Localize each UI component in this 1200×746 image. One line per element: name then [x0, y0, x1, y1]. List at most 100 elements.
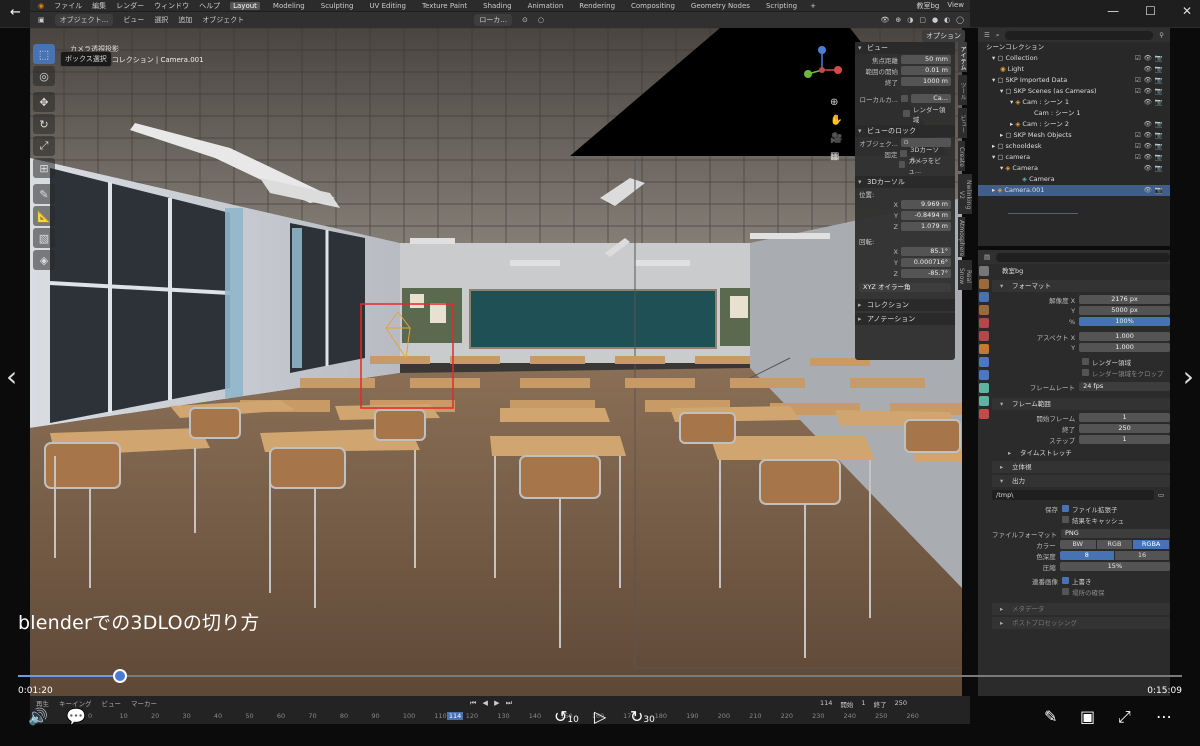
menu-view[interactable]: ビュー [123, 15, 144, 25]
menu-object[interactable]: オブジェクト [202, 15, 244, 25]
tab-modeling[interactable]: Modeling [270, 2, 308, 10]
seek-bar[interactable] [18, 675, 1182, 677]
tab-geometry-nodes[interactable]: Geometry Nodes [688, 2, 753, 10]
zoom-icon[interactable]: ⊕ [830, 94, 842, 112]
color-rgba-button[interactable]: RGBA [1133, 540, 1170, 549]
outliner-search-input[interactable] [1005, 30, 1154, 40]
scene-name[interactable]: 教室bg [916, 1, 939, 11]
editor-type-icon[interactable]: ▣ [38, 16, 45, 24]
n-tab-atmosphere[interactable]: Atmosphere [958, 217, 965, 257]
rotate-tool-icon[interactable]: ↻ [33, 114, 55, 134]
outliner-item[interactable]: ▾ ▢ camera ☑👁📷 [978, 152, 1170, 163]
menu-help[interactable]: ヘルプ [199, 1, 220, 11]
tab-compositing[interactable]: Compositing [628, 2, 678, 10]
cursor-tool-icon[interactable]: ◎ [33, 66, 55, 86]
cache-result-checkbox[interactable] [1062, 516, 1069, 523]
close-icon[interactable]: ✕ [1182, 4, 1192, 18]
rotation-mode-dropdown[interactable]: XYZ オイラー角 [859, 283, 951, 292]
menu-edit[interactable]: 編集 [92, 1, 106, 11]
outliner-item[interactable]: ▾ ▢ Collection ☑👁📷 [978, 53, 1170, 64]
grid-view-icon[interactable]: ▦ [830, 148, 842, 166]
cursor-z-field[interactable]: 1.079 m [901, 222, 951, 231]
annotation-section-header[interactable]: アノテーション [855, 313, 955, 325]
overwrite-checkbox[interactable] [1062, 577, 1069, 584]
outliner-item[interactable]: ▸ ▢ SKP Mesh Objects ☑👁📷 [978, 130, 1170, 141]
stereo-section-header[interactable]: 立体視 [992, 461, 1170, 473]
timeline-menu-marker[interactable]: マーカー [131, 698, 157, 708]
view-layer-tab-icon[interactable] [979, 305, 989, 315]
clip-start-field[interactable]: 0.01 m [901, 66, 951, 75]
menu-select[interactable]: 選択 [154, 15, 168, 25]
shading-rendered-icon[interactable]: ◯ [956, 16, 964, 24]
tab-uv-editing[interactable]: UV Editing [366, 2, 409, 10]
n-tab-create[interactable]: Create [958, 141, 965, 171]
playback-controls[interactable]: ⏮ ◀ ▶ ⏭ [470, 699, 514, 708]
texture-tab-icon[interactable] [979, 409, 989, 419]
render-region-checkbox-2[interactable] [1082, 358, 1089, 365]
view-lock-section-header[interactable]: ビューのロック [855, 125, 955, 137]
options-button[interactable]: オプション [922, 30, 965, 42]
tab-rendering[interactable]: Rendering [576, 2, 618, 10]
outliner-item[interactable]: ▾ ◈ Camera 👁📷 [978, 163, 1170, 174]
tab-layout[interactable]: Layout [230, 1, 260, 10]
frame-step-field[interactable]: 1 [1079, 435, 1170, 444]
data-tab-icon[interactable] [979, 396, 989, 406]
tab-sculpting[interactable]: Sculpting [318, 2, 357, 10]
tool-tab-icon[interactable] [979, 266, 989, 276]
pan-hand-icon[interactable]: ✋ [830, 112, 842, 130]
modifier-tab-icon[interactable] [979, 357, 989, 367]
cursor-y-field[interactable]: -0.8494 m [901, 211, 951, 220]
skip-back-icon[interactable]: ↺10 [554, 707, 579, 726]
timeline-playhead[interactable]: 114 [446, 712, 464, 720]
outliner-item[interactable]: ▾ ▢ SKP Imported Data ☑👁📷 [978, 75, 1170, 86]
frame-start-field[interactable]: 1 [1079, 413, 1170, 422]
camera-view-icon[interactable]: 🎥 [830, 130, 842, 148]
outliner-item[interactable]: ▸ ▢ schooldesk ☑👁📷 [978, 141, 1170, 152]
timeline-menu-view[interactable]: ビュー [102, 698, 122, 708]
color-rgb-button[interactable]: RGB [1096, 540, 1134, 549]
properties-type-icon[interactable]: ▤ [984, 253, 990, 261]
mode-dropdown[interactable]: オブジェクト... [54, 14, 114, 26]
compression-slider[interactable]: 15% [1059, 562, 1170, 571]
view-section-header[interactable]: ビュー [855, 42, 955, 54]
fps-dropdown[interactable]: 24 fps [1079, 382, 1170, 391]
previous-arrow-icon[interactable]: ‹ [6, 360, 17, 393]
timeline-end-field[interactable]: 250 [895, 699, 907, 709]
outliner-item-selected[interactable]: ▸ ◈ Camera.001 👁📷 [978, 185, 1170, 196]
outliner-search-icon[interactable]: ⌕ [996, 31, 1000, 40]
depth-16-button[interactable]: 16 [1114, 551, 1170, 560]
minimize-icon[interactable]: — [1107, 4, 1119, 18]
res-x-field[interactable]: 2176 px [1079, 295, 1170, 304]
3d-viewport[interactable] [30, 28, 962, 696]
measure-tool-icon[interactable]: 📐 [33, 206, 55, 226]
filter-icon[interactable]: ⚲ [1159, 31, 1170, 39]
outliner-item[interactable]: ◈ Camera [978, 174, 1170, 185]
menu-window[interactable]: ウィンドウ [154, 1, 189, 11]
physics-tab-icon[interactable] [979, 370, 989, 380]
n-tab-tool[interactable]: ツール [958, 75, 967, 105]
outliner-item[interactable]: ◉ Light 👁📷 [978, 64, 1170, 75]
clip-end-field[interactable]: 1000 m [901, 77, 951, 86]
timeline-editor[interactable]: 再生 キーイング ビュー マーカー ⏮ ◀ ▶ ⏭ 114 開始 1 終了 25… [30, 696, 970, 724]
cursor-rot-x-field[interactable]: 85.1° [901, 247, 951, 256]
timeline-current-frame[interactable]: 114 [820, 699, 832, 709]
blender-logo-icon[interactable]: ◉ [38, 2, 44, 10]
res-pct-field[interactable]: 100% [1079, 317, 1170, 326]
gizmo-icon[interactable]: ⊕ [895, 16, 901, 24]
output-tab-icon[interactable] [979, 292, 989, 302]
edit-pen-icon[interactable]: ✎ [1044, 707, 1057, 726]
menu-file[interactable]: ファイル [54, 1, 82, 11]
focal-length-field[interactable]: 50 mm [901, 55, 951, 64]
fullscreen-icon[interactable]: ⤢ [1118, 707, 1131, 727]
cursor-x-field[interactable]: 9.969 m [901, 200, 951, 209]
maximize-icon[interactable]: ☐ [1145, 4, 1156, 18]
outliner-item[interactable]: ▾ ◈ Cam : シーン 1 👁📷 [978, 97, 1170, 108]
render-region-checkbox[interactable] [903, 110, 910, 117]
menu-render[interactable]: レンダー [116, 1, 144, 11]
render-tab-icon[interactable] [979, 279, 989, 289]
3dcursor-section-header[interactable]: 3Dカーソル [855, 176, 955, 188]
proportional-edit-icon[interactable]: ○ [538, 16, 544, 24]
frame-end-field[interactable]: 250 [1079, 424, 1170, 433]
tab-scripting[interactable]: Scripting [763, 2, 800, 10]
camera-to-view-checkbox[interactable] [898, 161, 906, 168]
